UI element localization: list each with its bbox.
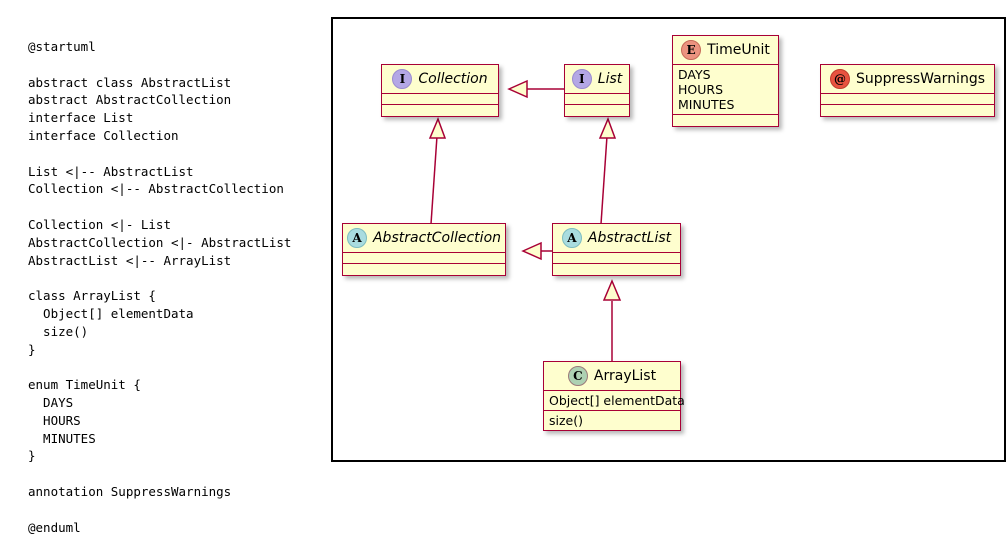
relation-abstractlist-to-list [598,116,617,225]
uml-node-arraylist-methods: size() [544,411,680,430]
source-code-pane: @startuml abstract class AbstractList ab… [0,0,330,545]
uml-node-arraylist-fields: Object[] elementData [544,391,685,411]
uml-node-list-fields [565,94,629,105]
uml-node-suppresswarnings-header: @ SuppressWarnings [821,65,994,94]
interface-badge-icon: I [392,69,413,89]
enum-badge-icon: E [681,40,702,60]
class-badge-icon: C [567,366,588,386]
uml-diagram-canvas: I Collection I List E TimeUnit DAYS HOUR… [333,19,1004,460]
uml-node-timeunit-title: TimeUnit [707,42,770,58]
relation-arraylist-to-abstractlist [602,279,622,361]
uml-node-suppresswarnings-title: SuppressWarnings [855,71,986,87]
enum-value: HOURS [678,82,724,97]
uml-node-list-header: I List [565,65,629,94]
uml-node-arraylist[interactable]: C ArrayList Object[] elementData size() [543,361,685,431]
page-root: @startuml abstract class AbstractList ab… [0,0,1006,545]
uml-node-list[interactable]: I List [564,64,630,117]
uml-node-collection-fields [382,94,498,105]
uml-node-suppresswarnings-fields [821,94,994,105]
uml-node-collection-header: I Collection [382,65,498,94]
uml-node-suppresswarnings[interactable]: @ SuppressWarnings [820,64,995,117]
uml-node-collection-methods [382,105,498,116]
class-field: Object[] elementData [549,393,685,408]
uml-node-abstractlist-methods [553,264,680,275]
enum-value: MINUTES [678,97,735,112]
uml-node-list-methods [565,105,629,116]
uml-node-abstractlist-title: AbstractList [587,230,672,246]
plantuml-source-text: @startuml abstract class AbstractList ab… [28,39,292,535]
abstract-badge-icon: A [561,228,582,248]
uml-node-list-title: List [597,71,623,87]
uml-node-collection-title: Collection [418,71,488,87]
uml-node-timeunit-methods [673,115,778,126]
uml-node-timeunit-header: E TimeUnit [673,36,778,65]
uml-node-timeunit[interactable]: E TimeUnit DAYS HOURS MINUTES [672,35,779,127]
uml-node-suppresswarnings-methods [821,105,994,116]
enum-value: DAYS [678,67,711,82]
uml-node-timeunit-values: DAYS HOURS MINUTES [673,65,778,115]
uml-node-abstractcollection-fields [343,253,505,264]
class-method: size() [549,413,583,428]
uml-node-abstractlist[interactable]: A AbstractList [552,223,681,276]
uml-node-abstractcollection[interactable]: A AbstractCollection [342,223,506,276]
interface-badge-icon: I [571,69,592,89]
uml-node-arraylist-title: ArrayList [593,368,657,384]
relation-abstractcollection-to-collection [428,116,447,225]
relation-list-to-collection [507,79,565,99]
uml-node-abstractlist-fields [553,253,680,264]
uml-node-arraylist-header: C ArrayList [544,362,680,391]
uml-node-abstractcollection-title: AbstractCollection [372,230,502,246]
uml-node-abstractcollection-methods [343,264,505,275]
annotation-badge-icon: @ [829,69,850,89]
uml-diagram-frame: I Collection I List E TimeUnit DAYS HOUR… [331,17,1006,462]
uml-node-collection[interactable]: I Collection [381,64,499,117]
uml-node-abstractlist-header: A AbstractList [553,224,680,253]
abstract-badge-icon: A [346,228,367,248]
uml-node-abstractcollection-header: A AbstractCollection [343,224,505,253]
